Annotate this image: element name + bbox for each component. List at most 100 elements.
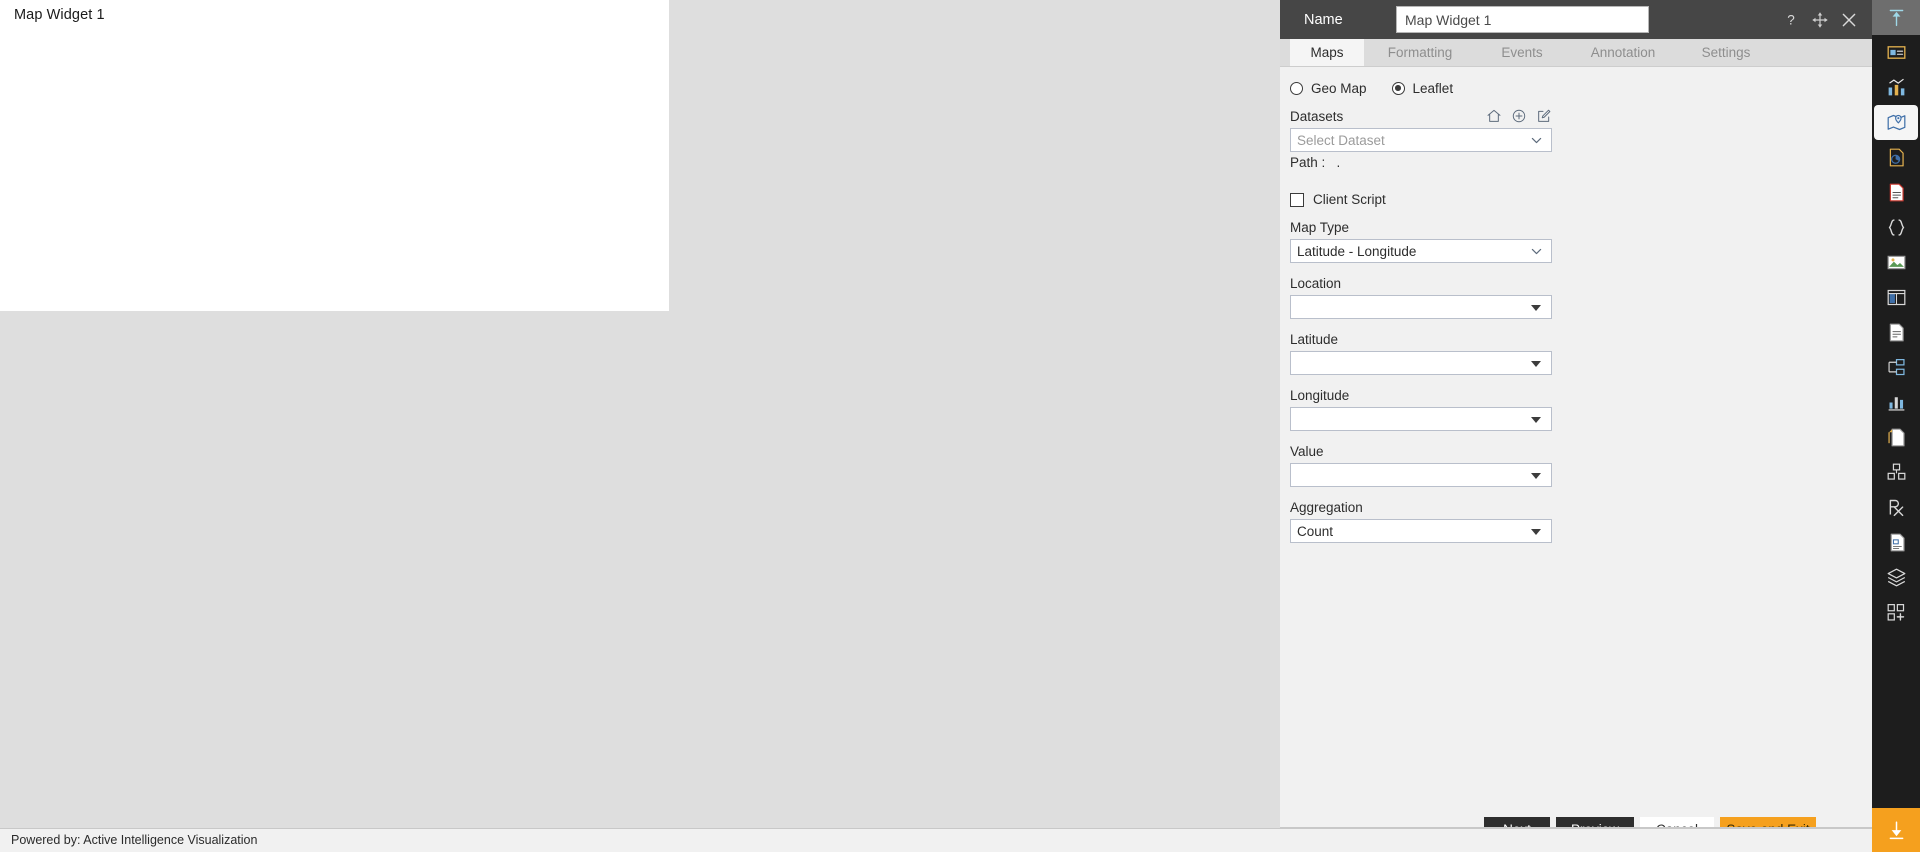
add-grid-icon: [1887, 604, 1904, 621]
tab-settings[interactable]: Settings: [1678, 39, 1774, 66]
path-label: Path :: [1290, 155, 1326, 170]
widget-title: Map Widget 1: [14, 7, 105, 23]
datasets-actions: [1486, 108, 1552, 124]
card-widget-icon: [1887, 46, 1905, 59]
aggregation-label: Aggregation: [1290, 500, 1363, 515]
caret-down-icon: [1531, 529, 1541, 535]
aggregation-value: Count: [1297, 523, 1334, 539]
radio-leaflet-label: Leaflet: [1412, 81, 1454, 96]
help-icon[interactable]: ?: [1782, 11, 1800, 29]
image-icon: [1887, 255, 1905, 270]
latitude-label: Latitude: [1290, 332, 1339, 347]
copy-page-icon: [1887, 428, 1905, 447]
map-widget-card[interactable]: Map Widget 1: [0, 0, 669, 311]
canvas-footer: Powered by: Active Intelligence Visualiz…: [0, 828, 1280, 852]
rail-item-card-widget[interactable]: [1872, 35, 1920, 70]
panel-header-icons: ?: [1782, 0, 1858, 39]
panel-tabs: Maps Formatting Events Annotation Settin…: [1280, 39, 1920, 67]
rail-item-report-pie[interactable]: [1872, 140, 1920, 175]
rail-item-collapse-up[interactable]: [1872, 0, 1920, 35]
caret-down-icon: [1531, 473, 1541, 479]
design-canvas[interactable]: Map Widget 1 Powered by: Active Intellig…: [0, 0, 1280, 852]
radio-geo-map[interactable]: Geo Map: [1290, 81, 1367, 96]
radio-leaflet[interactable]: Leaflet: [1391, 81, 1454, 96]
value-label: Value: [1290, 444, 1324, 459]
aggregation-select[interactable]: Count: [1290, 519, 1552, 543]
client-script-label: Client Script: [1313, 192, 1386, 207]
dataset-select-value: Select Dataset: [1297, 132, 1385, 148]
prescription-icon: [1889, 499, 1903, 517]
panel-bottom-strip: [1280, 828, 1920, 852]
close-icon[interactable]: [1840, 11, 1858, 29]
name-label: Name: [1304, 11, 1343, 28]
radio-indicator: [1290, 82, 1303, 95]
text-page-icon: [1889, 323, 1904, 342]
map-widget-icon: [1887, 114, 1905, 131]
widget-property-panel: Name ?: [1280, 0, 1920, 852]
tree-hierarchy-icon: [1887, 359, 1905, 376]
tab-annotation[interactable]: Annotation: [1568, 39, 1678, 66]
code-braces-icon: [1888, 219, 1904, 236]
rail-item-document[interactable]: [1872, 175, 1920, 210]
chevron-down-icon: [1531, 137, 1542, 144]
rail-item-text-page[interactable]: [1872, 315, 1920, 350]
datasets-label: Datasets: [1290, 108, 1344, 124]
map-type-value: Latitude - Longitude: [1297, 243, 1417, 259]
path-value: .: [1336, 155, 1341, 170]
powered-by-text: Powered by: Active Intelligence Visualiz…: [11, 833, 258, 847]
caret-down-icon: [1531, 305, 1541, 311]
rail-item-tree-hierarchy[interactable]: [1872, 350, 1920, 385]
client-script-checkbox[interactable]: Client Script: [1290, 192, 1552, 207]
edit-icon[interactable]: [1536, 108, 1552, 124]
panel-header: Name ?: [1280, 0, 1920, 39]
tab-events[interactable]: Events: [1476, 39, 1568, 66]
download-icon: [1889, 820, 1903, 839]
move-icon[interactable]: [1811, 11, 1829, 29]
longitude-label: Longitude: [1290, 388, 1350, 403]
blocks-icon: [1887, 463, 1905, 480]
rail-item-download[interactable]: [1872, 808, 1920, 852]
widget-name-input[interactable]: [1396, 6, 1649, 33]
rail-item-image[interactable]: [1872, 245, 1920, 280]
bar-chart-icon: [1888, 397, 1904, 411]
table-layout-icon: [1887, 289, 1905, 306]
layers-icon: [1887, 568, 1905, 587]
rail-item-chart-widget[interactable]: [1872, 70, 1920, 105]
caret-down-icon: [1531, 417, 1541, 423]
svg-text:?: ?: [1787, 12, 1795, 27]
rail-item-copy-page[interactable]: [1872, 420, 1920, 455]
value-select[interactable]: [1290, 463, 1552, 487]
radio-geo-map-label: Geo Map: [1311, 81, 1367, 96]
document-icon: [1889, 183, 1904, 202]
add-circle-icon[interactable]: [1511, 108, 1527, 124]
rail-item-map-widget[interactable]: [1874, 105, 1918, 140]
panel-body: Geo Map Leaflet Datasets Select Dataset …: [1280, 67, 1920, 806]
widget-toolbar-rail: [1872, 0, 1920, 852]
report-pie-icon: [1889, 148, 1904, 167]
rail-item-bar-chart[interactable]: [1872, 385, 1920, 420]
chevron-down-icon: [1531, 248, 1542, 255]
dataset-select[interactable]: Select Dataset: [1290, 128, 1552, 152]
map-type-label: Map Type: [1290, 220, 1350, 235]
tab-maps[interactable]: Maps: [1290, 39, 1364, 66]
tab-formatting[interactable]: Formatting: [1364, 39, 1476, 66]
rail-item-prescription[interactable]: [1872, 490, 1920, 525]
radio-indicator: [1391, 82, 1405, 95]
home-icon[interactable]: [1486, 108, 1502, 124]
rail-item-blocks[interactable]: [1872, 455, 1920, 490]
rail-item-layers[interactable]: [1872, 560, 1920, 595]
collapse-up-icon: [1889, 9, 1903, 27]
location-select[interactable]: [1290, 295, 1552, 319]
application-root: Map Widget 1 Powered by: Active Intellig…: [0, 0, 1920, 852]
rail-item-form-page[interactable]: [1872, 525, 1920, 560]
caret-down-icon: [1531, 361, 1541, 367]
map-type-select[interactable]: Latitude - Longitude: [1290, 239, 1552, 263]
rail-item-table-layout[interactable]: [1872, 280, 1920, 315]
chart-widget-icon: [1888, 78, 1904, 96]
rail-item-code-braces[interactable]: [1872, 210, 1920, 245]
map-source-radio-group: Geo Map Leaflet: [1290, 81, 1552, 96]
longitude-select[interactable]: [1290, 407, 1552, 431]
dataset-path: Path : .: [1290, 155, 1552, 170]
rail-item-add-grid[interactable]: [1872, 595, 1920, 630]
latitude-select[interactable]: [1290, 351, 1552, 375]
